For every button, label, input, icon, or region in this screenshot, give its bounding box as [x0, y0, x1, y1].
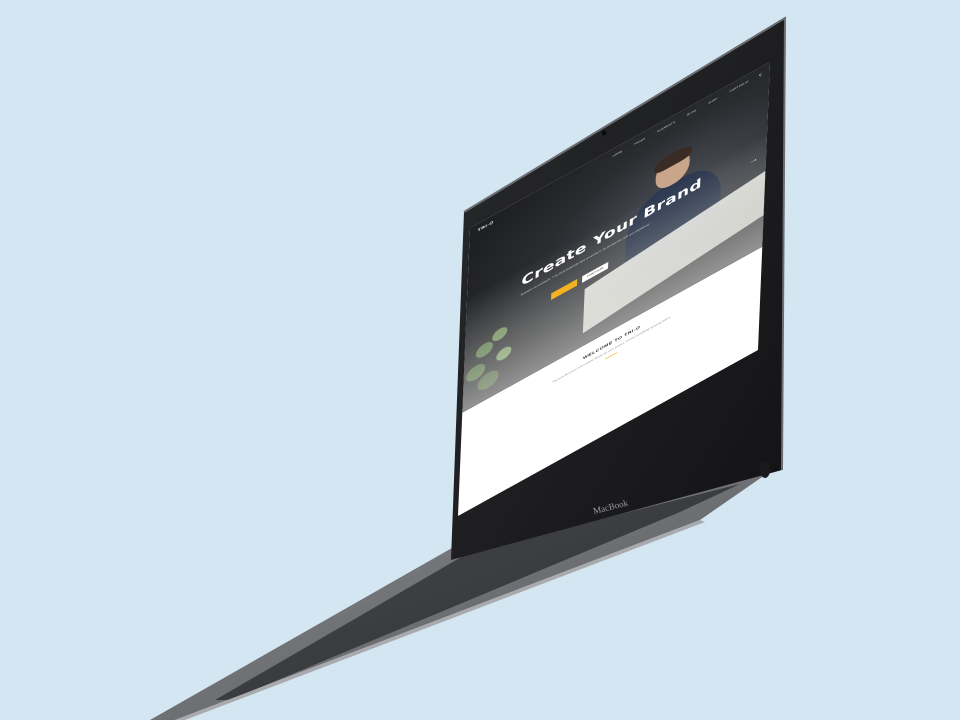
site-logo[interactable]: TRI-O [478, 220, 494, 233]
nav-item-portfolio[interactable]: PORTFOLIO [730, 80, 749, 94]
usb-port [760, 462, 770, 478]
mockup-stage: MacBook TRI-O HOME PAGES ELEMENTS BLOG S… [0, 0, 960, 720]
nav-item-blog[interactable]: BLOG [687, 108, 696, 116]
search-icon[interactable]: ⚲ [759, 72, 762, 77]
nav-item-shop[interactable]: SHOP [708, 97, 717, 105]
nav-item-home[interactable]: HOME [612, 149, 622, 157]
camera-icon [601, 130, 607, 136]
nav-item-pages[interactable]: PAGES [634, 137, 645, 146]
nav-item-elements[interactable]: ELEMENTS [657, 120, 675, 133]
